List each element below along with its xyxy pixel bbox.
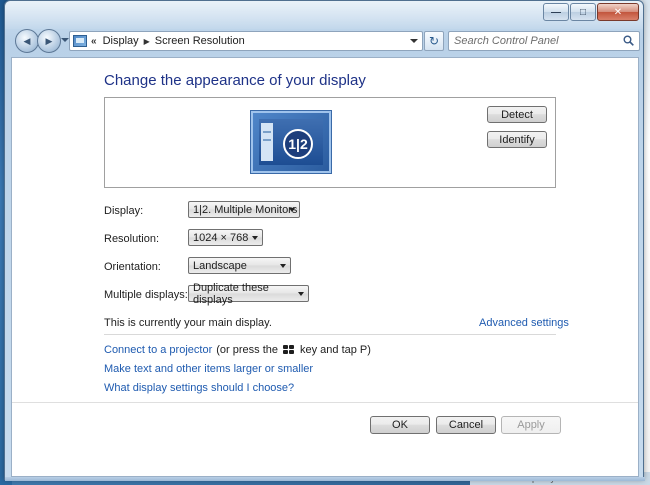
multiple-displays-select-value: Duplicate these displays: [193, 281, 269, 306]
multiple-displays-select[interactable]: Duplicate these displays: [188, 282, 309, 306]
identify-button[interactable]: Identify: [487, 131, 547, 148]
monitor-icon[interactable]: 1|2: [251, 111, 331, 173]
refresh-button[interactable]: ↻: [424, 31, 444, 51]
orientation-select-value: Landscape: [193, 259, 247, 272]
close-button[interactable]: ✕: [597, 3, 639, 21]
display-select[interactable]: 1|2. Multiple Monitors: [188, 201, 300, 218]
chevron-down-icon: [280, 264, 286, 268]
address-dropdown-icon[interactable]: [410, 39, 418, 43]
monitor-number-badge: 1|2: [283, 129, 313, 159]
projector-hint-before: (or press the: [216, 344, 278, 356]
back-arrow-icon: ◀: [23, 35, 31, 46]
search-box[interactable]: [448, 31, 640, 51]
breadcrumb-item-screen-resolution[interactable]: Screen Resolution: [155, 35, 245, 47]
projector-line: Connect to a projector (or press the key…: [104, 344, 371, 356]
maximize-button[interactable]: □: [570, 3, 596, 21]
caption-buttons: — □ ✕: [543, 3, 639, 21]
text-size-link[interactable]: Make text and other items larger or smal…: [104, 363, 313, 375]
monitor-screen: 1|2: [259, 119, 323, 165]
connect-projector-link[interactable]: Connect to a projector: [104, 344, 212, 356]
detect-button[interactable]: Detect: [487, 106, 547, 123]
resolution-select-value: 1024 × 768: [193, 231, 249, 244]
windows-key-icon: [282, 344, 295, 356]
resolution-select[interactable]: 1024 × 768: [188, 229, 263, 246]
back-button[interactable]: ◀: [15, 29, 39, 53]
ok-button[interactable]: OK: [370, 416, 430, 434]
orientation-label: Orientation:: [104, 261, 161, 273]
window-bottom-frame: [5, 477, 645, 481]
display-help-link[interactable]: What display settings should I choose?: [104, 382, 294, 394]
chevron-down-icon: [298, 292, 304, 296]
cancel-button[interactable]: Cancel: [436, 416, 496, 434]
address-bar[interactable]: « Display ▶ Screen Resolution: [69, 31, 423, 51]
monitor-sidebar-graphic: [261, 123, 273, 161]
chevron-down-icon: [252, 236, 258, 240]
resolution-label: Resolution:: [104, 233, 160, 245]
monitor-preview-panel: 1|2 Detect Identify: [104, 97, 556, 188]
projector-hint-after: key and tap P): [299, 344, 371, 356]
forward-button[interactable]: ▶: [37, 29, 61, 53]
display-label: Display:: [104, 205, 144, 217]
display-control-panel-icon: [73, 35, 87, 47]
advanced-settings-link[interactable]: Advanced settings: [479, 317, 569, 329]
main-display-status: This is currently your main display.: [104, 317, 272, 329]
breadcrumb-overflow-icon[interactable]: «: [91, 36, 97, 47]
apply-button[interactable]: Apply: [501, 416, 561, 434]
minimize-button[interactable]: —: [543, 3, 569, 21]
recent-pages-icon[interactable]: [61, 38, 69, 42]
search-icon[interactable]: [623, 35, 634, 46]
screen-resolution-window: — □ ✕ ◀ ▶ « Display ▶ Screen Resolution …: [4, 0, 645, 481]
display-select-value: 1|2. Multiple Monitors: [193, 203, 298, 216]
divider: [104, 334, 556, 335]
search-input[interactable]: [454, 33, 614, 49]
forward-arrow-icon: ▶: [45, 35, 53, 46]
multiple-displays-label: Multiple displays:: [104, 289, 188, 301]
refresh-icon: ↻: [428, 34, 440, 48]
page-title: Change the appearance of your display: [104, 72, 366, 89]
orientation-select[interactable]: Landscape: [188, 257, 291, 274]
chevron-down-icon: [289, 208, 295, 212]
breadcrumb-item-display[interactable]: Display: [103, 35, 139, 47]
footer-divider: [12, 402, 638, 403]
content-pane: Change the appearance of your display 1|…: [11, 57, 639, 477]
breadcrumb-separator-icon[interactable]: ▶: [144, 37, 150, 46]
